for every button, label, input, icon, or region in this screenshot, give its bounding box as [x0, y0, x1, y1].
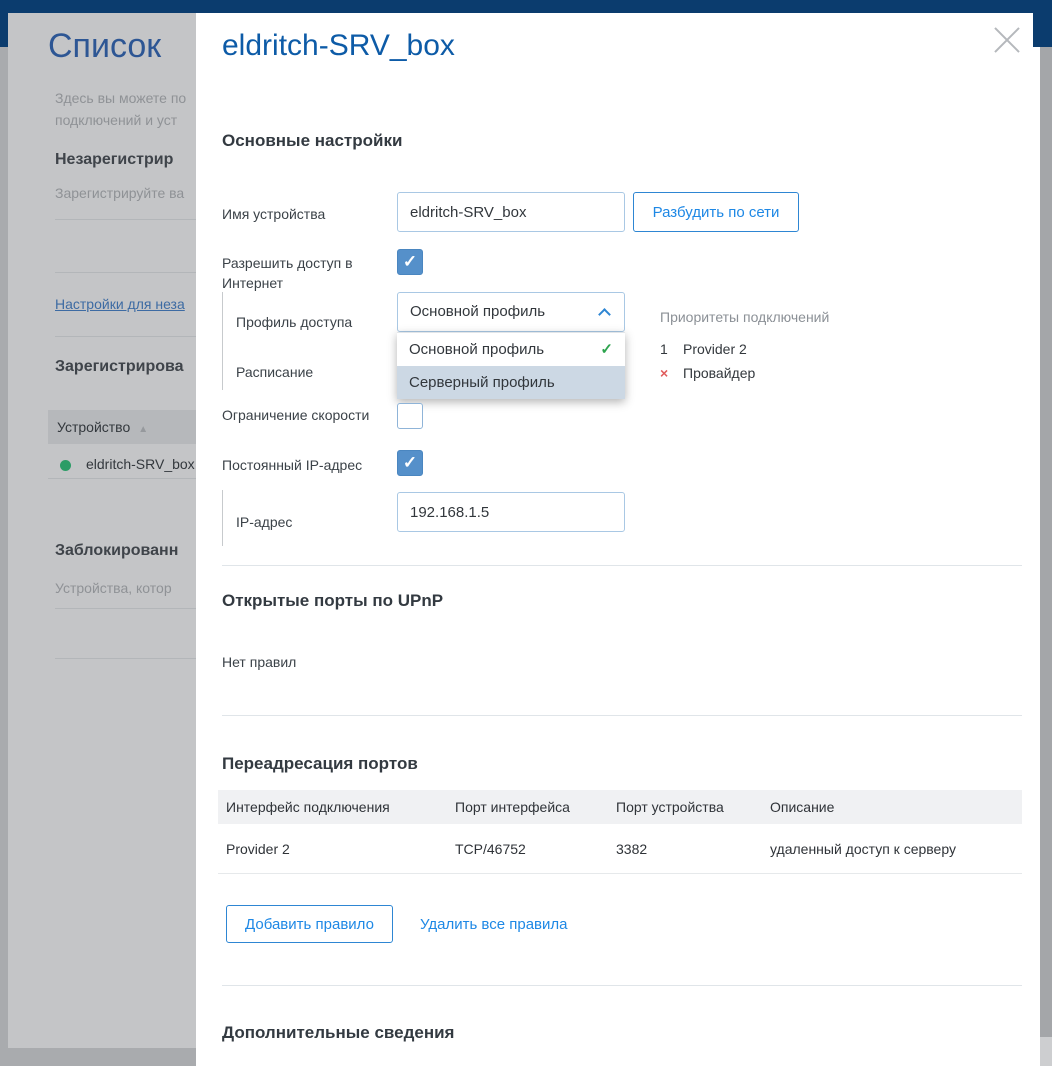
online-status-icon	[60, 460, 71, 471]
indent-line	[222, 490, 223, 546]
port-forwarding-heading: Переадресация портов	[222, 754, 418, 773]
access-profile-dropdown: Основной профиль ✓ Серверный профиль	[397, 332, 625, 399]
speed-limit-checkbox[interactable]	[397, 403, 423, 429]
priority-name: Провайдер	[683, 365, 756, 381]
dropdown-option-main[interactable]: Основной профиль ✓	[397, 333, 625, 366]
selected-check-icon: ✓	[600, 341, 613, 358]
page-description: Здесь вы можете по подключений и уст	[55, 87, 186, 131]
priority-cross-icon: ×	[660, 365, 669, 381]
general-settings-heading: Основные настройки	[222, 131, 403, 150]
unregistered-settings-link[interactable]: Настройки для неза	[55, 296, 185, 312]
cell-description: удаленный доступ к серверу	[770, 840, 956, 857]
close-icon[interactable]	[988, 21, 1026, 59]
device-name-label: Имя устройства	[222, 206, 326, 222]
unregistered-heading: Незарегистрир	[55, 151, 174, 168]
speed-limit-label: Ограничение скорости	[222, 407, 370, 423]
port-forwarding-actions: Добавить правило Удалить все правила	[226, 905, 568, 943]
access-profile-select[interactable]: Основной профиль	[397, 292, 625, 332]
static-ip-label: Постоянный IP-адрес	[222, 457, 363, 473]
section-divider	[222, 985, 1022, 986]
table-header-row: Интерфейс подключения Порт интерфейса По…	[218, 790, 1022, 824]
scrollbar-thumb[interactable]	[1040, 47, 1052, 1037]
column-header: Порт интерфейса	[455, 799, 570, 815]
unregistered-text: Зарегистрируйте ва	[55, 185, 185, 201]
cell-interface-port: TCP/46752	[455, 840, 526, 857]
sort-asc-icon: ▲	[138, 424, 149, 435]
device-details-modal: eldritch-SRV_box Основные настройки Имя …	[196, 13, 1044, 1066]
column-header: Интерфейс подключения	[226, 799, 390, 815]
access-profile-value: Основной профиль	[410, 303, 546, 320]
registered-heading: Зарегистрирова	[55, 358, 184, 375]
schedule-label: Расписание	[236, 364, 314, 380]
navbar-corner	[1033, 0, 1052, 47]
priorities-heading: Приоритеты подключений	[660, 309, 830, 325]
ip-address-input[interactable]	[397, 492, 625, 532]
device-column-header[interactable]: Устройство ▲	[57, 410, 148, 447]
app-viewport: Список Здесь вы можете по подключений и …	[0, 0, 1052, 1066]
add-rule-button[interactable]: Добавить правило	[226, 905, 393, 943]
device-name-input[interactable]	[397, 192, 625, 232]
check-icon: ✓	[402, 252, 418, 271]
priority-item: × Провайдер	[660, 365, 755, 381]
dropdown-option-server[interactable]: Серверный профиль	[397, 366, 625, 399]
check-icon: ✓	[402, 453, 418, 472]
priority-item: 1 Provider 2	[660, 341, 747, 357]
column-header: Описание	[770, 799, 835, 815]
chevron-up-icon	[598, 308, 611, 321]
section-divider	[222, 565, 1022, 566]
section-divider	[222, 715, 1022, 716]
access-profile-label: Профиль доступа	[236, 314, 353, 330]
upnp-empty-text: Нет правил	[222, 654, 297, 670]
wake-on-lan-button[interactable]: Разбудить по сети	[633, 192, 799, 232]
page-description-line2: подключений и уст	[55, 112, 178, 128]
upnp-heading: Открытые порты по UPnP	[222, 591, 444, 610]
priority-rank: 1	[660, 341, 668, 357]
internet-access-checkbox[interactable]: ✓	[397, 249, 423, 275]
blocked-text: Устройства, котор	[55, 580, 172, 596]
static-ip-checkbox[interactable]: ✓	[397, 450, 423, 476]
table-row[interactable]: Provider 2 TCP/46752 3382 удаленный дост…	[218, 824, 1022, 874]
delete-all-rules-link[interactable]: Удалить все правила	[420, 916, 568, 933]
page-scrollbar[interactable]	[1040, 47, 1052, 1066]
modal-title: eldritch-SRV_box	[222, 29, 455, 62]
device-row-name: eldritch-SRV_box	[86, 456, 195, 472]
additional-info-heading: Дополнительные сведения	[222, 1023, 455, 1042]
internet-access-label: Разрешить доступ в Интернет	[222, 255, 353, 291]
page-title: Список	[48, 27, 162, 65]
ip-address-label: IP-адрес	[236, 514, 293, 530]
cell-interface: Provider 2	[226, 840, 290, 857]
port-forwarding-table: Интерфейс подключения Порт интерфейса По…	[218, 790, 1022, 874]
page-description-line1: Здесь вы можете по	[55, 90, 187, 106]
priority-name: Provider 2	[683, 341, 747, 357]
blocked-heading: Заблокированн	[55, 542, 179, 559]
indent-line	[222, 292, 223, 390]
cell-device-port: 3382	[616, 840, 648, 857]
column-header: Порт устройства	[616, 799, 724, 815]
